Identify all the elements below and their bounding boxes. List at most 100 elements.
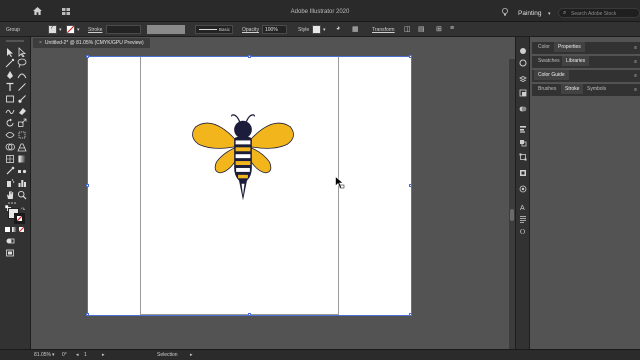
paintbrush-tool-icon[interactable] xyxy=(17,94,27,104)
graphic-style-swatch[interactable] xyxy=(312,25,321,34)
layers-icon[interactable] xyxy=(519,75,527,83)
rectangle-tool-icon[interactable] xyxy=(5,94,15,104)
eraser-tool-icon[interactable] xyxy=(17,106,27,116)
transform-panel-icon[interactable] xyxy=(519,153,527,161)
tab-properties[interactable]: Properties xyxy=(554,42,585,52)
artboard-handle[interactable] xyxy=(248,55,251,58)
artboard-handle[interactable] xyxy=(409,313,412,316)
chevron-right-icon[interactable]: ▸ xyxy=(190,352,193,358)
tab-color-guide[interactable]: Color Guide xyxy=(534,70,569,80)
color-mode-icon[interactable] xyxy=(5,227,10,232)
brush-definition[interactable]: Basic xyxy=(195,25,233,34)
artboard-handle[interactable] xyxy=(248,313,251,316)
stroke-label[interactable]: Stroke xyxy=(88,27,102,33)
artboard-number[interactable]: 1 xyxy=(84,352,87,358)
variable-width-profile[interactable] xyxy=(147,25,185,34)
zoom-level[interactable]: 81.05% xyxy=(34,352,51,358)
curvature-tool-icon[interactable] xyxy=(17,70,27,80)
perspective-grid-tool-icon[interactable] xyxy=(17,142,27,152)
draw-mode-icon[interactable] xyxy=(5,236,15,246)
screen-mode-icon[interactable] xyxy=(5,248,15,258)
properties-icon[interactable] xyxy=(519,47,527,55)
none-mode-icon[interactable] xyxy=(19,227,24,232)
opacity-label[interactable]: Opacity xyxy=(242,27,259,33)
type-tool-icon[interactable] xyxy=(5,82,15,92)
workspace-switcher[interactable]: Painting xyxy=(518,10,542,17)
direct-selection-tool-icon[interactable] xyxy=(17,47,27,57)
chevron-down-icon[interactable]: ▾ xyxy=(548,11,551,17)
column-graph-tool-icon[interactable] xyxy=(17,178,27,188)
artboard-handle[interactable] xyxy=(86,55,89,58)
lightbulb-icon[interactable] xyxy=(502,8,508,16)
panel-menu-icon[interactable]: ≡ xyxy=(450,25,454,32)
next-artboard-icon[interactable]: ▸ xyxy=(102,352,105,358)
panel-grip[interactable] xyxy=(6,40,24,42)
opacity-field[interactable]: 100% xyxy=(262,25,287,34)
close-icon[interactable]: × xyxy=(39,40,42,46)
tab-symbols[interactable]: Symbols xyxy=(583,84,610,94)
scale-tool-icon[interactable] xyxy=(17,118,27,128)
chevron-down-icon[interactable]: ▾ xyxy=(77,27,80,33)
tab-color[interactable]: Color xyxy=(534,42,554,52)
tab-brushes[interactable]: Brushes xyxy=(534,84,560,94)
character-icon[interactable]: A xyxy=(519,203,527,211)
chevron-down-icon[interactable]: ▾ xyxy=(59,27,62,33)
pen-tool-icon[interactable] xyxy=(5,70,15,80)
transparency-icon[interactable] xyxy=(519,105,527,113)
bee-illustration[interactable] xyxy=(184,107,302,225)
appearance-icon[interactable] xyxy=(519,185,527,193)
gradient-mode-icon[interactable] xyxy=(12,227,17,232)
swap-fill-stroke-icon[interactable]: ↷ xyxy=(21,207,25,213)
magic-wand-tool-icon[interactable] xyxy=(5,58,15,68)
artboard-handle[interactable] xyxy=(86,313,89,316)
panel-menu-icon[interactable]: ≡ xyxy=(634,45,637,51)
gradient-tool-icon[interactable] xyxy=(17,154,27,164)
rotate-view-value[interactable]: 0° xyxy=(62,352,67,358)
stock-search-field[interactable]: ⌕ Search Adobe Stock xyxy=(558,8,640,18)
width-tool-icon[interactable] xyxy=(5,130,15,140)
free-transform-tool-icon[interactable] xyxy=(17,130,27,140)
artboard-handle[interactable] xyxy=(86,184,89,187)
stroke-swatch[interactable] xyxy=(66,25,75,34)
align-icon[interactable]: ▦ xyxy=(352,25,359,33)
recolor-artwork-icon[interactable]: ◕ xyxy=(336,25,340,32)
previous-artboard-icon[interactable]: ◂ xyxy=(76,352,79,358)
panel-menu-icon[interactable]: ≡ xyxy=(634,73,637,79)
opentype-icon[interactable]: O xyxy=(519,227,527,235)
artboards-icon[interactable] xyxy=(519,89,527,97)
artboard[interactable] xyxy=(86,55,412,316)
select-similar-icon[interactable]: ⊞ xyxy=(436,25,442,33)
graphic-styles-icon[interactable] xyxy=(519,169,527,177)
eyedropper-tool-icon[interactable] xyxy=(5,166,15,176)
line-tool-icon[interactable] xyxy=(17,82,27,92)
chevron-down-icon[interactable]: ▾ xyxy=(323,27,326,33)
artboard-handle[interactable] xyxy=(409,55,412,58)
panel-menu-icon[interactable]: ≡ xyxy=(634,87,637,93)
tab-swatches[interactable]: Swatches xyxy=(534,56,564,66)
shape-builder-tool-icon[interactable] xyxy=(5,142,15,152)
hand-tool-icon[interactable] xyxy=(5,190,15,200)
stroke-weight-field[interactable] xyxy=(106,25,141,34)
panel-menu-icon[interactable]: ≡ xyxy=(634,59,637,65)
lasso-tool-icon[interactable] xyxy=(17,58,27,68)
transform-label[interactable]: Transform xyxy=(372,27,395,33)
pasteboard[interactable] xyxy=(31,48,515,349)
document-tab[interactable]: × Untitled-2* @ 81.05% (CMYK/GPU Preview) xyxy=(33,38,150,48)
color-icon[interactable] xyxy=(519,59,527,67)
fill-stroke-widget[interactable]: ↷ xyxy=(8,207,26,224)
mesh-tool-icon[interactable] xyxy=(5,154,15,164)
selection-tool-icon[interactable] xyxy=(5,47,15,57)
artboard-handle[interactable] xyxy=(409,184,412,187)
blend-tool-icon[interactable] xyxy=(17,166,27,176)
quick-actions-icon[interactable]: ▤ xyxy=(418,25,425,33)
align-panel-icon[interactable] xyxy=(519,125,527,133)
symbol-sprayer-tool-icon[interactable] xyxy=(5,178,15,188)
tab-libraries[interactable]: Libraries xyxy=(562,56,590,66)
pathfinder-icon[interactable] xyxy=(519,139,527,147)
zoom-tool-icon[interactable] xyxy=(17,190,27,200)
shaper-tool-icon[interactable] xyxy=(5,106,15,116)
paragraph-icon[interactable] xyxy=(519,215,527,223)
tab-stroke[interactable]: Stroke xyxy=(561,84,584,94)
rotate-tool-icon[interactable] xyxy=(5,118,15,128)
scrollbar-thumb[interactable] xyxy=(510,209,514,221)
